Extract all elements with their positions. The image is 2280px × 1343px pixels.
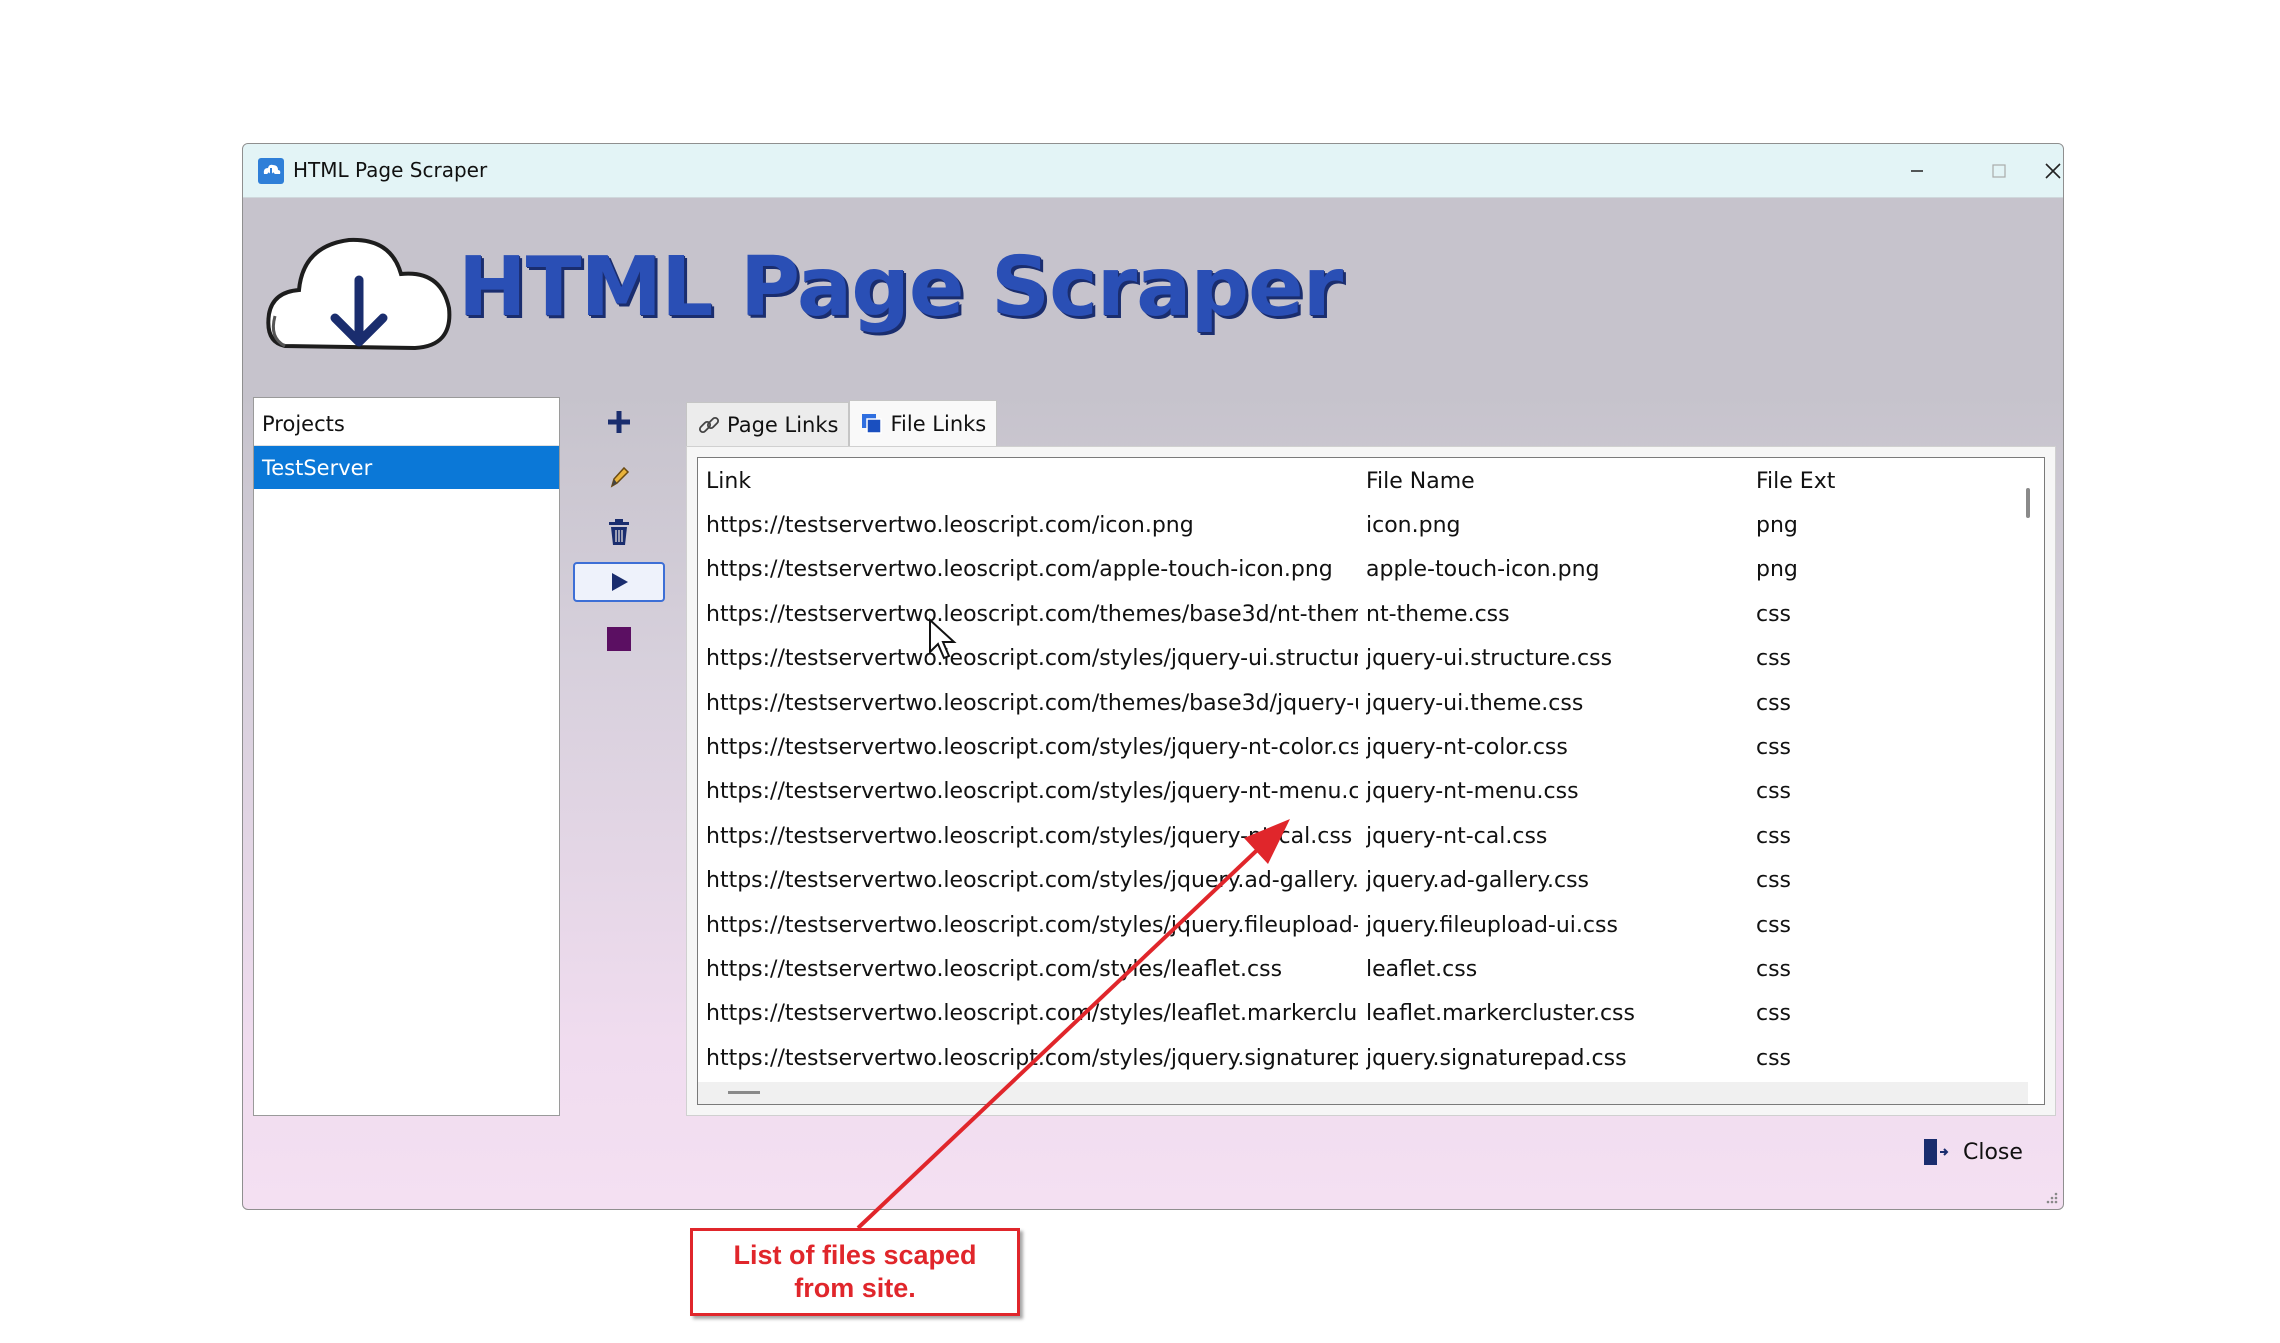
app-heading: HTML Page Scraper <box>458 240 1343 335</box>
file-ext-cell: css <box>1756 957 1792 982</box>
table-row[interactable]: https://testservertwo.leoscript.com/styl… <box>698 859 2028 903</box>
mouse-cursor-icon <box>929 618 957 660</box>
table-row[interactable]: https://testservertwo.leoscript.com/appl… <box>698 548 2028 592</box>
table-row[interactable]: https://testservertwo.leoscript.com/styl… <box>698 1037 2028 1081</box>
file-links-table[interactable]: Link File Name File Ext https://testserv… <box>697 457 2045 1105</box>
link-cell: https://testservertwo.leoscript.com/styl… <box>706 912 1358 938</box>
table-header: Link File Name File Ext <box>698 460 2028 504</box>
link-cell: https://testservertwo.leoscript.com/styl… <box>706 957 1283 982</box>
maximize-button[interactable] <box>1959 144 2039 198</box>
file-name-cell: jquery-nt-menu.css <box>1366 779 1579 805</box>
table-row[interactable]: https://testservertwo.leoscript.com/styl… <box>698 904 2028 948</box>
add-project-button[interactable] <box>573 402 665 442</box>
table-row[interactable]: https://testservertwo.leoscript.com/styl… <box>698 948 2028 992</box>
file-ext-cell: png <box>1756 557 1798 583</box>
link-cell: https://testservertwo.leoscript.com/them… <box>706 601 1358 627</box>
link-cell: https://testservertwo.leoscript.com/styl… <box>706 1045 1358 1071</box>
link-cell: https://testservertwo.leoscript.com/styl… <box>706 646 1358 672</box>
file-ext-cell: css <box>1756 690 1792 716</box>
link-cell: https://testservertwo.leoscript.com/styl… <box>706 823 1353 849</box>
close-button-label: Close <box>1963 1139 2023 1165</box>
horizontal-scrollbar-thumb[interactable] <box>728 1091 760 1094</box>
maximize-icon <box>1992 164 2006 178</box>
file-name-cell: jquery.ad-gallery.css <box>1366 868 1590 894</box>
run-scrape-button[interactable] <box>573 562 665 602</box>
link-cell: https://testservertwo.leoscript.com/them… <box>706 690 1358 716</box>
file-ext-cell: css <box>1756 1045 1792 1071</box>
link-cell: https://testservertwo.leoscript.com/styl… <box>706 1001 1358 1027</box>
file-name-cell: jquery-ui.structure.css <box>1366 646 1613 672</box>
table-row[interactable]: https://testservertwo.leoscript.com/styl… <box>698 815 2028 859</box>
trash-icon <box>609 519 629 545</box>
window-close-button[interactable] <box>2041 144 2063 198</box>
projects-header: Projects <box>254 398 559 446</box>
project-item-testserver[interactable]: TestServer <box>254 446 559 489</box>
file-ext-cell: css <box>1756 868 1792 894</box>
file-ext-cell: css <box>1756 1001 1792 1027</box>
annotation-callout: List of files scaped from site. <box>690 1228 1020 1316</box>
plus-icon <box>608 411 630 433</box>
file-ext-cell: css <box>1756 601 1792 627</box>
file-name-cell: jquery.fileupload-ui.css <box>1366 912 1618 938</box>
link-cell: https://testservertwo.leoscript.com/icon… <box>706 513 1194 538</box>
minimize-button[interactable] <box>1877 144 1957 198</box>
column-header-link[interactable]: Link <box>706 469 1358 494</box>
link-cell: https://testservertwo.leoscript.com/styl… <box>706 735 1358 760</box>
file-ext-cell: css <box>1756 646 1792 672</box>
file-name-cell: jquery.signaturepad.css <box>1366 1045 1627 1071</box>
horizontal-scrollbar[interactable] <box>698 1082 2028 1104</box>
file-name-cell: jquery-nt-color.css <box>1366 735 1568 760</box>
file-links-panel: Link File Name File Ext https://testserv… <box>686 446 2056 1116</box>
download-cloud-icon <box>258 158 284 184</box>
tab-file-links-label: File Links <box>890 411 987 436</box>
table-row[interactable]: https://testservertwo.leoscript.com/styl… <box>698 770 2028 814</box>
stop-scrape-button[interactable] <box>573 619 665 659</box>
play-icon <box>612 573 628 591</box>
edit-project-button[interactable] <box>573 457 665 497</box>
cloud-download-logo-icon <box>266 237 452 351</box>
file-name-cell: nt-theme.css <box>1366 601 1510 627</box>
table-row[interactable]: https://testservertwo.leoscript.com/icon… <box>698 504 2028 548</box>
file-name-cell: jquery-ui.theme.css <box>1366 690 1584 716</box>
file-name-cell: icon.png <box>1366 513 1461 538</box>
close-button[interactable]: Close <box>1923 1132 2023 1172</box>
file-ext-cell: css <box>1756 912 1792 938</box>
file-name-cell: leaflet.css <box>1366 957 1478 982</box>
table-row[interactable]: https://testservertwo.leoscript.com/them… <box>698 593 2028 637</box>
tab-bar: Page Links File Links <box>686 400 998 448</box>
tab-file-links[interactable]: File Links <box>849 400 998 446</box>
link-icon <box>698 416 720 433</box>
link-cell: https://testservertwo.leoscript.com/styl… <box>706 779 1358 805</box>
tab-page-links[interactable]: Page Links <box>686 402 850 446</box>
table-row[interactable]: https://testservertwo.leoscript.com/them… <box>698 682 2028 726</box>
pencil-icon <box>610 466 630 488</box>
close-icon <box>2045 163 2061 179</box>
file-ext-cell: css <box>1756 779 1792 805</box>
table-row[interactable]: https://testservertwo.leoscript.com/styl… <box>698 992 2028 1036</box>
exit-door-icon <box>1924 1139 1949 1165</box>
file-ext-cell: png <box>1756 513 1798 538</box>
stop-icon <box>607 627 631 651</box>
column-header-file-name[interactable]: File Name <box>1366 469 1746 494</box>
app-window: HTML Page Scraper HTML Page Scraper Proj… <box>242 143 2064 1210</box>
resize-grip-icon[interactable] <box>2043 1189 2059 1205</box>
file-ext-cell: css <box>1756 823 1792 849</box>
link-cell: https://testservertwo.leoscript.com/styl… <box>706 868 1358 894</box>
table-row[interactable]: https://testservertwo.leoscript.com/styl… <box>698 726 2028 770</box>
file-name-cell: apple-touch-icon.png <box>1366 557 1600 583</box>
column-header-file-ext[interactable]: File Ext <box>1756 469 1956 494</box>
table-row[interactable]: https://testservertwo.leoscript.com/styl… <box>698 637 2028 681</box>
vertical-scrollbar[interactable] <box>2026 488 2030 518</box>
file-ext-cell: css <box>1756 735 1792 760</box>
window-title: HTML Page Scraper <box>293 158 488 182</box>
minimize-icon <box>1911 170 1923 172</box>
tab-page-links-label: Page Links <box>727 412 839 437</box>
file-name-cell: jquery-nt-cal.css <box>1366 823 1548 849</box>
file-name-cell: leaflet.markercluster.css <box>1366 1001 1635 1027</box>
link-cell: https://testservertwo.leoscript.com/appl… <box>706 557 1333 583</box>
delete-project-button[interactable] <box>573 512 665 552</box>
copy-icon <box>862 413 883 434</box>
title-bar: HTML Page Scraper <box>243 144 2063 198</box>
projects-list: Projects TestServer <box>253 397 560 1116</box>
